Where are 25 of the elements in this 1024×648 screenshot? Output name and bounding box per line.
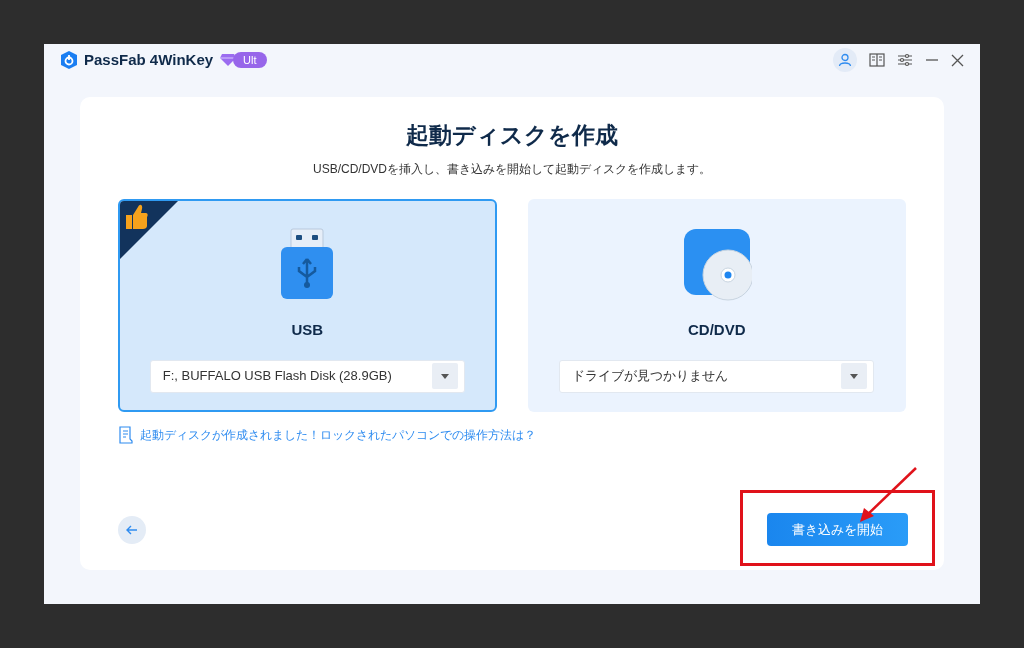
app-logo-icon: [60, 50, 78, 70]
app-title: PassFab 4WinKey: [84, 49, 214, 70]
close-icon[interactable]: [951, 53, 964, 67]
help-link[interactable]: 起動ディスクが作成されました！ロックされたパソコンでの操作方法は？: [140, 426, 536, 444]
disc-drive-icon: [681, 227, 752, 301]
settings-icon[interactable]: [897, 53, 913, 67]
annotation-arrow: [858, 466, 918, 524]
drive-dropdown[interactable]: F:, BUFFALO USB Flash Disk (28.9GB): [149, 359, 465, 393]
dropdown-caret-icon: [850, 373, 859, 379]
back-arrow-icon: [126, 524, 138, 535]
page-subtitle: USB/CD/DVDを挿入し、書き込みを開始して起動ディスクを作成します。: [313, 161, 711, 177]
page-title: 起動ディスクを作成: [406, 121, 618, 150]
option-label: USB: [291, 320, 324, 340]
book-icon[interactable]: [869, 53, 885, 67]
dropdown-caret-icon: [440, 373, 449, 379]
drive-dropdown[interactable]: ドライブが見つかりません: [559, 359, 875, 393]
option-label: CD/DVD: [688, 320, 746, 340]
document-icon: [118, 426, 134, 444]
account-button[interactable]: [833, 48, 857, 72]
drive-option-card[interactable]: CD/DVD ドライブが見つかりません: [527, 199, 906, 412]
thumbs-up-corner-icon: [120, 201, 178, 259]
drive-option-card[interactable]: USB F:, BUFFALO USB Flash Disk (28.9GB): [118, 199, 497, 412]
user-icon: [838, 53, 852, 67]
edition-badge: Ult: [233, 52, 267, 68]
back-button[interactable]: [118, 515, 146, 544]
